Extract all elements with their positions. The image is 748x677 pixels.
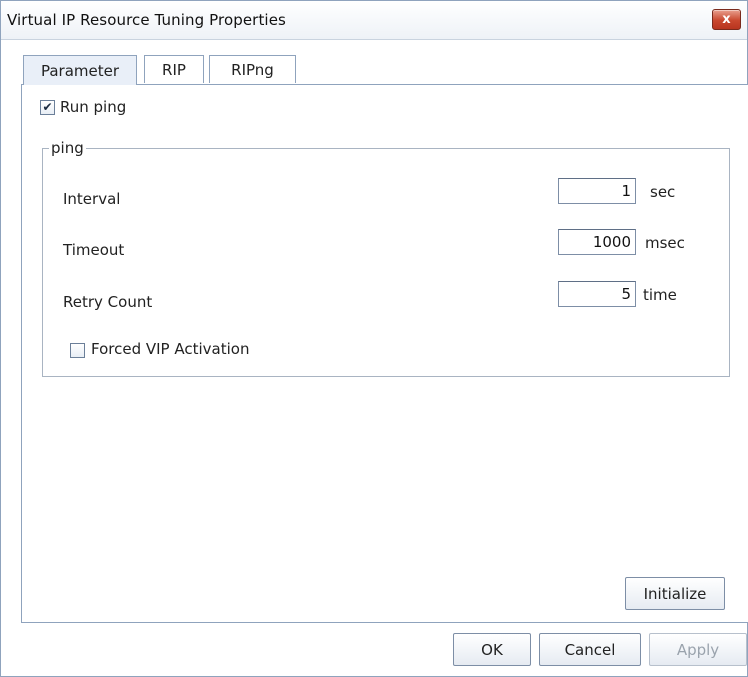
title-bar[interactable]: Virtual IP Resource Tuning Properties x	[1, 1, 747, 40]
interval-label: Interval	[63, 190, 121, 208]
window-title: Virtual IP Resource Tuning Properties	[7, 11, 286, 29]
timeout-field[interactable]: 1000	[558, 229, 636, 255]
parameter-panel: ✔ Run ping ping Interval 1 sec Timeout 1…	[21, 84, 748, 623]
retry-count-label: Retry Count	[63, 293, 153, 311]
tab-ripng-label: RIPng	[231, 60, 274, 79]
ping-group-title: ping	[49, 139, 86, 157]
tab-rip[interactable]: RIP	[144, 55, 204, 83]
tab-parameter[interactable]: Parameter	[23, 55, 137, 85]
retry-count-field[interactable]: 5	[558, 281, 636, 307]
forced-vip-label: Forced VIP Activation	[91, 340, 250, 358]
ok-button[interactable]: OK	[453, 633, 531, 666]
timeout-unit: msec	[645, 234, 685, 252]
dialog-window: Virtual IP Resource Tuning Properties x …	[0, 0, 748, 677]
check-icon: ✔	[42, 100, 53, 114]
cancel-button[interactable]: Cancel	[539, 633, 641, 666]
initialize-button[interactable]: Initialize	[625, 577, 725, 610]
timeout-label: Timeout	[63, 241, 125, 259]
apply-button[interactable]: Apply	[649, 633, 747, 666]
run-ping-checkbox[interactable]: ✔	[40, 100, 55, 115]
interval-unit: sec	[650, 183, 676, 201]
retry-count-unit: time	[643, 286, 677, 304]
tab-ripng[interactable]: RIPng	[209, 55, 296, 83]
run-ping-label: Run ping	[60, 98, 127, 116]
tab-rip-label: RIP	[162, 60, 186, 79]
ping-groupbox: ping Interval 1 sec Timeout 1000 msec Re…	[42, 139, 730, 377]
forced-vip-checkbox[interactable]	[70, 343, 85, 358]
interval-field[interactable]: 1	[558, 178, 636, 204]
close-icon[interactable]: x	[712, 9, 741, 30]
tab-parameter-label: Parameter	[40, 61, 120, 80]
